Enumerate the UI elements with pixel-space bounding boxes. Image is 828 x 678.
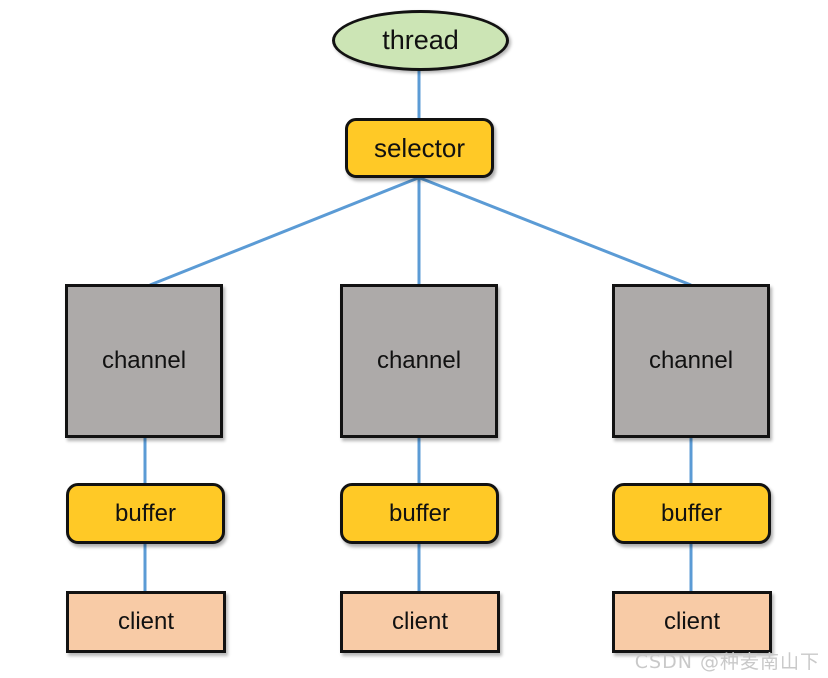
diagram-canvas: thread selector channel channel channel … [0, 0, 828, 678]
node-selector[interactable]: selector [345, 118, 494, 178]
node-buffer-2[interactable]: buffer [340, 483, 499, 544]
node-buffer-1[interactable]: buffer [66, 483, 225, 544]
node-channel-1[interactable]: channel [65, 284, 223, 438]
node-channel-2[interactable]: channel [340, 284, 498, 438]
csdn-watermark: CSDN @种麦南山下 [634, 651, 820, 673]
edge-selector-channel-1 [149, 176, 419, 287]
edge-selector-channel-3 [419, 176, 692, 287]
node-thread[interactable]: thread [332, 10, 509, 71]
node-channel-3[interactable]: channel [612, 284, 770, 438]
node-client-2[interactable]: client [340, 591, 500, 653]
node-client-3[interactable]: client [612, 591, 772, 653]
node-buffer-3[interactable]: buffer [612, 483, 771, 544]
node-client-1[interactable]: client [66, 591, 226, 653]
